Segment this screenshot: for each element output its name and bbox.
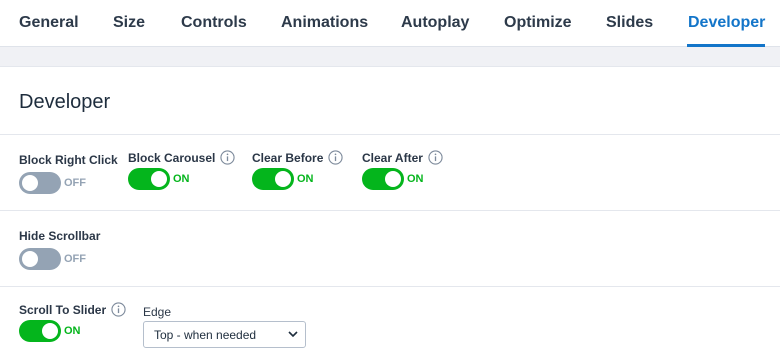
toggle-switch[interactable] (19, 320, 61, 342)
clear-before-field: Clear Before ON (252, 150, 343, 190)
tab-controls[interactable]: Controls (181, 14, 247, 32)
block-right-click-toggle[interactable]: OFF (19, 172, 118, 194)
block-carousel-field: Block Carousel ON (128, 150, 235, 190)
toggle-state: ON (407, 173, 424, 185)
chevron-down-icon (288, 331, 298, 338)
clear-before-label: Clear Before (252, 150, 324, 165)
toggle-state: ON (173, 173, 190, 185)
tab-general[interactable]: General (19, 14, 79, 32)
block-right-click-label: Block Right Click (19, 153, 118, 167)
tab-animations[interactable]: Animations (281, 14, 368, 32)
clear-after-toggle[interactable]: ON (362, 168, 443, 190)
divider (0, 210, 780, 211)
toggle-switch[interactable] (19, 248, 61, 270)
toggle-switch[interactable] (19, 172, 61, 194)
active-tab-indicator (687, 44, 765, 47)
toggle-state: ON (64, 325, 81, 337)
toggle-switch[interactable] (128, 168, 170, 190)
hide-scrollbar-toggle[interactable]: OFF (19, 248, 100, 270)
scroll-to-slider-field: Scroll To Slider ON (19, 302, 126, 342)
toggle-state: OFF (64, 253, 86, 265)
tab-developer[interactable]: Developer (688, 14, 765, 32)
developer-panel: Developer Block Right Click OFF Block Ca… (0, 66, 780, 362)
tab-optimize[interactable]: Optimize (504, 14, 572, 32)
clear-before-toggle[interactable]: ON (252, 168, 343, 190)
toggle-switch[interactable] (252, 168, 294, 190)
info-icon[interactable] (220, 150, 235, 165)
tab-bar: General Size Controls Animations Autopla… (0, 0, 780, 47)
info-icon[interactable] (428, 150, 443, 165)
tab-autoplay[interactable]: Autoplay (401, 14, 469, 32)
divider (0, 286, 780, 287)
hide-scrollbar-field: Hide Scrollbar OFF (19, 229, 100, 270)
scroll-to-slider-toggle[interactable]: ON (19, 320, 126, 342)
hide-scrollbar-label: Hide Scrollbar (19, 229, 101, 243)
clear-after-field: Clear After ON (362, 150, 443, 190)
block-right-click-field: Block Right Click OFF (19, 153, 118, 194)
scroll-to-slider-label: Scroll To Slider (19, 302, 107, 317)
tab-size[interactable]: Size (113, 14, 145, 32)
info-icon[interactable] (111, 302, 126, 317)
edge-select[interactable]: Top - when needed (143, 321, 306, 348)
toggle-state: ON (297, 173, 314, 185)
tab-slides[interactable]: Slides (606, 14, 653, 32)
block-carousel-toggle[interactable]: ON (128, 168, 235, 190)
edge-field: Edge (143, 305, 171, 319)
info-icon[interactable] (328, 150, 343, 165)
clear-after-label: Clear After (362, 150, 423, 165)
divider (0, 134, 780, 135)
block-carousel-label: Block Carousel (128, 150, 216, 165)
panel-title: Developer (19, 91, 111, 113)
edge-label: Edge (143, 305, 172, 319)
toggle-state: OFF (64, 177, 86, 189)
toggle-switch[interactable] (362, 168, 404, 190)
edge-select-value: Top - when needed (154, 328, 257, 342)
